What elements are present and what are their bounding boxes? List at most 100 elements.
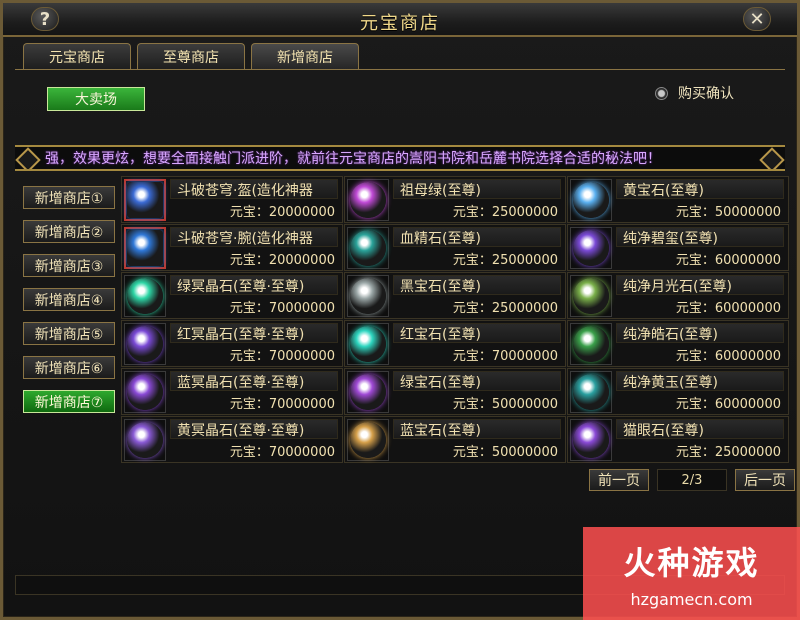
big-sale-button[interactable]: 大卖场 (47, 87, 145, 111)
bracer-artifact-icon (127, 230, 163, 266)
item-thumbnail[interactable] (347, 371, 389, 413)
item-name: 红宝石(至尊) (393, 323, 561, 343)
tab-yuanbao-shop[interactable]: 元宝商店 (23, 43, 131, 69)
shop-category-5[interactable]: 新增商店⑤ (23, 322, 115, 345)
item-price: 元宝：60000000 (675, 397, 781, 412)
item-price: 元宝：70000000 (229, 349, 335, 364)
next-page-button[interactable]: 后一页 (735, 469, 795, 491)
item-name: 纯净皓石(至尊) (616, 323, 784, 343)
item-name: 血精石(至尊) (393, 227, 561, 247)
shop-item[interactable]: 纯净黄玉(至尊) 元宝：60000000 (567, 368, 789, 415)
purchase-confirm-label: 购买确认 (678, 86, 734, 102)
item-thumbnail[interactable] (347, 323, 389, 365)
item-thumbnail[interactable] (124, 275, 166, 317)
item-name: 纯净碧玺(至尊) (616, 227, 784, 247)
item-name: 黄冥晶石(至尊·至尊) (170, 419, 338, 439)
shop-category-4[interactable]: 新增商店④ (23, 288, 115, 311)
item-thumbnail[interactable] (570, 323, 612, 365)
shop-item[interactable]: 血精石(至尊) 元宝：25000000 (344, 224, 566, 271)
item-price: 元宝：25000000 (452, 205, 558, 220)
radio-icon[interactable] (655, 86, 668, 100)
tab-divider (15, 69, 785, 70)
item-thumbnail[interactable] (570, 419, 612, 461)
item-thumbnail[interactable] (347, 419, 389, 461)
shop-tabs: 元宝商店 至尊商店 新增商店 (23, 43, 359, 69)
item-price: 元宝：60000000 (675, 349, 781, 364)
window-title: 元宝商店 (360, 13, 440, 34)
shop-item[interactable]: 绿冥晶石(至尊·至尊) 元宝：70000000 (121, 272, 343, 319)
shop-item[interactable]: 猫眼石(至尊) 元宝：25000000 (567, 416, 789, 463)
item-thumbnail[interactable] (347, 227, 389, 269)
close-button[interactable]: ✕ (743, 7, 771, 31)
item-name: 红冥晶石(至尊·至尊) (170, 323, 338, 343)
item-thumbnail[interactable] (347, 179, 389, 221)
topaz-gem-icon (573, 374, 609, 410)
shop-item[interactable]: 红冥晶石(至尊·至尊) 元宝：70000000 (121, 320, 343, 367)
close-icon: ✕ (749, 8, 765, 30)
item-thumbnail[interactable] (570, 227, 612, 269)
item-name: 蓝冥晶石(至尊·至尊) (170, 371, 338, 391)
tab-new-shop[interactable]: 新增商店 (251, 43, 359, 69)
item-thumbnail[interactable] (570, 179, 612, 221)
shop-category-2[interactable]: 新增商店② (23, 220, 115, 243)
moonstone-gem-icon (573, 278, 609, 314)
item-thumbnail[interactable] (124, 323, 166, 365)
prev-page-button[interactable]: 前一页 (589, 469, 649, 491)
item-name: 蓝宝石(至尊) (393, 419, 561, 439)
item-price: 元宝：25000000 (452, 301, 558, 316)
shop-item[interactable]: 祖母绿(至尊) 元宝：25000000 (344, 176, 566, 223)
shop-category-6[interactable]: 新增商店⑥ (23, 356, 115, 379)
blue-crystal-icon (127, 374, 163, 410)
shop-item[interactable]: 黄宝石(至尊) 元宝：50000000 (567, 176, 789, 223)
shop-item[interactable]: 蓝宝石(至尊) 元宝：50000000 (344, 416, 566, 463)
green-gem-icon (350, 374, 386, 410)
tourmaline-gem-icon (573, 230, 609, 266)
shop-item[interactable]: 纯净月光石(至尊) 元宝：60000000 (567, 272, 789, 319)
shop-item[interactable]: 黄冥晶石(至尊·至尊) 元宝：70000000 (121, 416, 343, 463)
item-thumbnail[interactable] (124, 419, 166, 461)
shop-item[interactable]: 黑宝石(至尊) 元宝：25000000 (344, 272, 566, 319)
yellow-gem-icon (573, 182, 609, 218)
item-name: 黑宝石(至尊) (393, 275, 561, 295)
shop-category-7[interactable]: 新增商店⑦ (23, 390, 115, 413)
item-name: 斗破苍穹·腕(造化神器 (170, 227, 338, 247)
item-price: 元宝：70000000 (229, 397, 335, 412)
shop-item[interactable]: 绿宝石(至尊) 元宝：50000000 (344, 368, 566, 415)
yellow-crystal-icon (127, 422, 163, 458)
pure-gem-icon (573, 326, 609, 362)
item-thumbnail[interactable] (124, 371, 166, 413)
item-price: 元宝：50000000 (452, 445, 558, 460)
item-price: 元宝：50000000 (452, 397, 558, 412)
item-price: 元宝：60000000 (675, 301, 781, 316)
shop-item[interactable]: 斗破苍穹·盔(造化神器 元宝：20000000 (121, 176, 343, 223)
item-price: 元宝：25000000 (675, 445, 781, 460)
shop-item[interactable]: 红宝石(至尊) 元宝：70000000 (344, 320, 566, 367)
shop-category-3[interactable]: 新增商店③ (23, 254, 115, 277)
item-name: 斗破苍穹·盔(造化神器 (170, 179, 338, 199)
item-price: 元宝：70000000 (229, 301, 335, 316)
black-gem-icon (350, 278, 386, 314)
title-bar: ? 元宝商店 ✕ (3, 3, 797, 37)
shop-item[interactable]: 斗破苍穹·腕(造化神器元宝：20000000 (121, 224, 343, 271)
item-thumbnail[interactable] (570, 275, 612, 317)
item-name: 绿宝石(至尊) (393, 371, 561, 391)
shop-item[interactable]: 纯净皓石(至尊) 元宝：60000000 (567, 320, 789, 367)
shop-category-list: 新增商店① 新增商店② 新增商店③ 新增商店④ 新增商店⑤ 新增商店⑥ 新增商店… (23, 186, 115, 413)
purchase-confirm-option[interactable]: 购买确认 (655, 83, 734, 103)
shop-item[interactable]: 蓝冥晶石(至尊·至尊) 元宝：70000000 (121, 368, 343, 415)
page-indicator: 2/3 (657, 469, 727, 491)
item-name: 纯净月光石(至尊) (616, 275, 784, 295)
shop-category-1[interactable]: 新增商店① (23, 186, 115, 209)
item-thumbnail[interactable] (124, 179, 166, 221)
item-thumbnail[interactable] (347, 275, 389, 317)
emerald-gem-icon (350, 182, 386, 218)
watermark: 火种游戏 hzgamecn.com (583, 527, 800, 620)
item-thumbnail[interactable] (124, 227, 166, 269)
item-price: 元宝：25000000 (452, 253, 558, 268)
shop-item[interactable]: 纯净碧玺(至尊) 元宝：60000000 (567, 224, 789, 271)
watermark-logo: 火种游戏 (623, 544, 760, 582)
tab-supreme-shop[interactable]: 至尊商店 (137, 43, 245, 69)
item-price: 元宝：20000000 (229, 253, 335, 268)
item-thumbnail[interactable] (570, 371, 612, 413)
item-name: 黄宝石(至尊) (616, 179, 784, 199)
